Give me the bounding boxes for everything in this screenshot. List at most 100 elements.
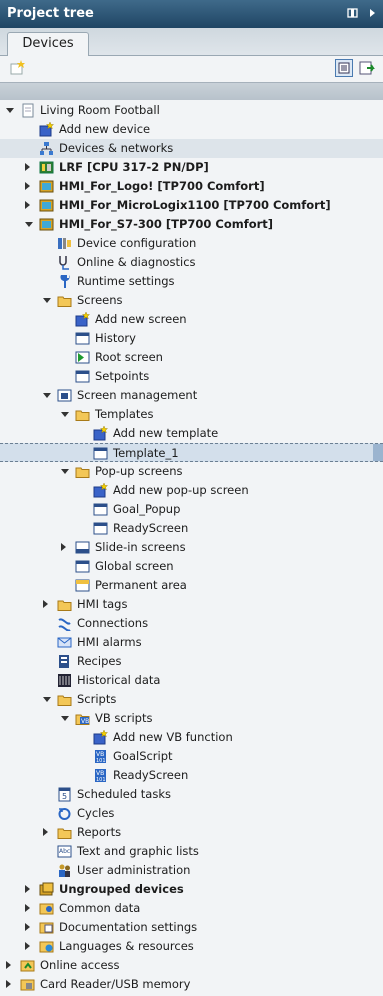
tree-item[interactable]: Abc Text and graphic lists xyxy=(0,842,383,861)
tree-item-label: VB scripts xyxy=(95,711,153,725)
collapsed-arrow-icon[interactable] xyxy=(25,923,30,931)
tree-item[interactable]: HMI_For_Logo! [TP700 Comfort] xyxy=(0,177,383,196)
svg-text:Abc: Abc xyxy=(59,848,70,855)
tree-item[interactable]: Add new pop-up screen xyxy=(0,481,383,500)
tree-item[interactable]: User administration xyxy=(0,861,383,880)
tree-item[interactable]: Add new screen xyxy=(0,310,383,329)
tree-item[interactable]: Documentation settings xyxy=(0,918,383,937)
collapsed-arrow-icon[interactable] xyxy=(6,980,11,988)
new-group-icon[interactable] xyxy=(9,59,27,77)
expanded-arrow-icon[interactable] xyxy=(61,469,69,474)
tree-item-label: HMI_For_MicroLogix1100 [TP700 Comfort] xyxy=(59,198,331,212)
tree-item[interactable]: HMI alarms xyxy=(0,633,383,652)
tree-item[interactable]: ReadyScreen xyxy=(0,519,383,538)
tree-item[interactable]: Devices & networks xyxy=(0,139,383,158)
tree-item[interactable]: Historical data xyxy=(0,671,383,690)
tree-item[interactable]: Card Reader/USB memory xyxy=(0,975,383,994)
expanded-arrow-icon[interactable] xyxy=(25,222,33,227)
close-arrow-icon[interactable] xyxy=(366,7,378,19)
tree-item[interactable]: VB VB scripts xyxy=(0,709,383,728)
tree-item[interactable]: Recipes xyxy=(0,652,383,671)
device-config-icon xyxy=(57,236,72,251)
screen-icon xyxy=(93,521,108,536)
tree-item[interactable]: Living Room Football xyxy=(0,101,383,120)
collapsed-arrow-icon[interactable] xyxy=(25,904,30,912)
tree-item[interactable]: Connections xyxy=(0,614,383,633)
export-icon[interactable] xyxy=(358,59,376,77)
tree-item[interactable]: Device configuration xyxy=(0,234,383,253)
tree-item[interactable]: Add new device xyxy=(0,120,383,139)
collapsed-arrow-icon[interactable] xyxy=(6,961,11,969)
screen-icon xyxy=(75,331,90,346)
expanded-arrow-icon[interactable] xyxy=(43,393,51,398)
tree-item[interactable]: LRF [CPU 317-2 PN/DP] xyxy=(0,158,383,177)
tree-item-label: HMI tags xyxy=(77,597,128,611)
tree-item-label: Scheduled tasks xyxy=(77,787,171,801)
expanded-arrow-icon[interactable] xyxy=(43,298,51,303)
tree-item[interactable]: HMI_For_S7-300 [TP700 Comfort] xyxy=(0,215,383,234)
tree-item[interactable]: HMI tags xyxy=(0,595,383,614)
tree-item[interactable]: Setpoints xyxy=(0,367,383,386)
tree-item[interactable]: History xyxy=(0,329,383,348)
tree-item-label: ReadyScreen xyxy=(113,521,189,535)
expanded-arrow-icon[interactable] xyxy=(6,108,14,113)
tree-item[interactable]: VB 101 GoalScript xyxy=(0,747,383,766)
tree-item[interactable]: Root screen xyxy=(0,348,383,367)
tree-item[interactable]: Goal_Popup xyxy=(0,500,383,519)
collapsed-arrow-icon[interactable] xyxy=(25,182,30,190)
tree-item[interactable]: Global screen xyxy=(0,557,383,576)
tab-devices[interactable]: Devices xyxy=(7,32,89,56)
pin-icon[interactable] xyxy=(347,7,359,19)
tree-item[interactable]: Scripts xyxy=(0,690,383,709)
tags-folder-icon xyxy=(57,597,72,612)
common-data-icon xyxy=(39,901,54,916)
tree-item[interactable]: Reports xyxy=(0,823,383,842)
tab-strip: Devices xyxy=(0,28,383,56)
tree-item[interactable]: Runtime settings xyxy=(0,272,383,291)
tree-item[interactable]: Online access xyxy=(0,956,383,975)
tree-item-label: Connections xyxy=(77,616,149,630)
tree-item[interactable]: VB 101 ReadyScreen xyxy=(0,766,383,785)
tree-item-label: Living Room Football xyxy=(40,103,160,117)
tree-item-label: Screens xyxy=(77,293,123,307)
tree-item[interactable]: Screens xyxy=(0,291,383,310)
tree-item[interactable]: Common data xyxy=(0,899,383,918)
detail-view-icon[interactable] xyxy=(335,59,353,77)
tree-item[interactable]: Online & diagnostics xyxy=(0,253,383,272)
expanded-arrow-icon[interactable] xyxy=(61,716,69,721)
add-device-icon xyxy=(39,121,55,137)
collapsed-arrow-icon[interactable] xyxy=(25,201,30,209)
tree-item-label: LRF [CPU 317-2 PN/DP] xyxy=(59,160,209,174)
tree-item-label: Goal_Popup xyxy=(113,502,181,516)
collapsed-arrow-icon[interactable] xyxy=(61,543,66,551)
collapsed-arrow-icon[interactable] xyxy=(25,163,30,171)
calendar-icon: 5 xyxy=(57,787,72,802)
tree-item[interactable]: Screen management xyxy=(0,386,383,405)
historical-data-icon xyxy=(57,673,72,688)
tree-item[interactable]: Template_1 xyxy=(0,443,383,462)
documentation-icon xyxy=(39,920,54,935)
tree-item[interactable]: HMI_For_MicroLogix1100 [TP700 Comfort] xyxy=(0,196,383,215)
expanded-arrow-icon[interactable] xyxy=(43,697,51,702)
tree-item[interactable]: Add new VB function xyxy=(0,728,383,747)
expanded-arrow-icon[interactable] xyxy=(61,412,69,417)
tree-item[interactable]: Cycles xyxy=(0,804,383,823)
plc-icon xyxy=(39,160,54,175)
screen-icon xyxy=(93,446,108,461)
collapsed-arrow-icon[interactable] xyxy=(43,828,48,836)
folder-icon xyxy=(57,293,72,308)
alarms-icon xyxy=(57,635,72,650)
tree-item[interactable]: Ungrouped devices xyxy=(0,880,383,899)
tree-item[interactable]: 5 Scheduled tasks xyxy=(0,785,383,804)
tree-item-label: Setpoints xyxy=(95,369,150,383)
collapsed-arrow-icon[interactable] xyxy=(43,600,48,608)
tree-item[interactable]: Languages & resources xyxy=(0,937,383,956)
collapsed-arrow-icon[interactable] xyxy=(25,885,30,893)
tree-item[interactable]: Pop-up screens xyxy=(0,462,383,481)
tree-item[interactable]: Slide-in screens xyxy=(0,538,383,557)
tree-item[interactable]: Templates xyxy=(0,405,383,424)
tree-item[interactable]: Permanent area xyxy=(0,576,383,595)
tree-item[interactable]: Add new template xyxy=(0,424,383,443)
collapsed-arrow-icon[interactable] xyxy=(25,942,30,950)
tree-item-label: Device configuration xyxy=(77,236,197,250)
